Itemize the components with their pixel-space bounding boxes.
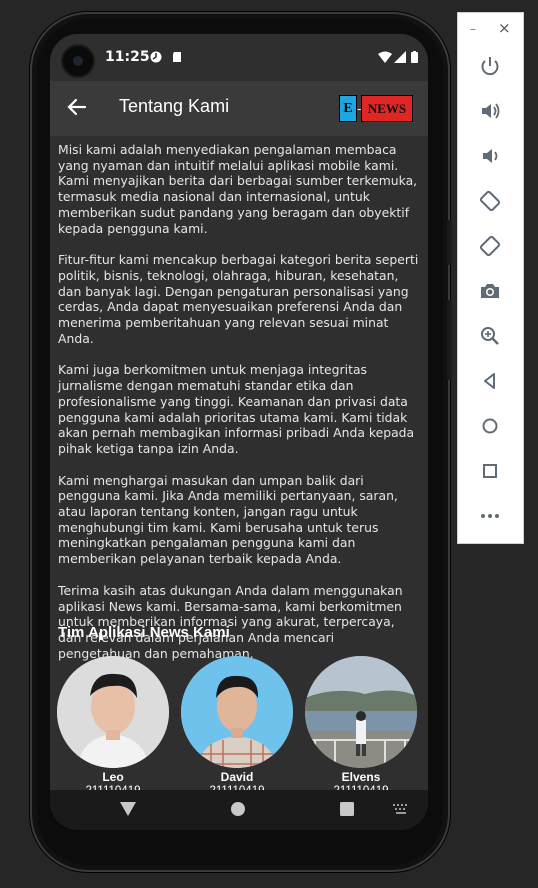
status-time: 11:25 bbox=[105, 49, 150, 65]
rotate-right-button[interactable] bbox=[474, 230, 506, 262]
paragraph-feedback: Kami menghargai masukan dan umpan balik … bbox=[58, 472, 398, 567]
logo-e-block: E bbox=[339, 95, 357, 122]
logo-news-block: NEWS bbox=[361, 95, 413, 122]
paragraph-thanks: Terima kasih atas dukungan Anda dalam me… bbox=[58, 582, 403, 661]
back-button[interactable] bbox=[474, 365, 506, 397]
data-saver-icon bbox=[150, 51, 162, 63]
paragraph-features: Fitur-fitur kami mencakup berbagai kateg… bbox=[58, 252, 419, 346]
avatar bbox=[305, 656, 417, 768]
nav-home-icon[interactable] bbox=[231, 802, 245, 816]
about-content: Misi kami adalah menyediakan pengalaman … bbox=[58, 142, 420, 677]
wifi-icon bbox=[378, 51, 392, 63]
screenshot-button[interactable] bbox=[474, 275, 506, 307]
team-member-david: David 211110419 bbox=[180, 656, 294, 797]
rotate-left-icon bbox=[479, 190, 501, 212]
more-icon bbox=[481, 514, 499, 518]
member-name: Elvens bbox=[341, 770, 381, 784]
signal-icon bbox=[394, 51, 406, 63]
avatar bbox=[181, 656, 293, 768]
nav-overview-icon[interactable] bbox=[340, 802, 354, 816]
rotate-right-icon bbox=[479, 235, 501, 257]
close-button[interactable]: × bbox=[498, 19, 511, 37]
team-member-leo: Leo 211110419 bbox=[56, 656, 170, 797]
back-arrow-icon[interactable] bbox=[64, 94, 90, 120]
volume-up-icon bbox=[482, 103, 500, 119]
overview-icon bbox=[483, 464, 497, 478]
paragraph-integrity: Kami juga berkomitmen untuk menjaga inte… bbox=[58, 362, 415, 456]
home-button[interactable] bbox=[474, 410, 506, 442]
power-button[interactable] bbox=[474, 50, 506, 82]
status-bar: 11:25 bbox=[50, 34, 428, 81]
rotate-left-button[interactable] bbox=[474, 185, 506, 217]
page-title: Tentang Kami bbox=[119, 96, 230, 116]
team-member-elvens: Elvens 211110419 bbox=[304, 656, 418, 797]
emulator-control-panel: – × bbox=[457, 12, 524, 544]
keyboard-icon[interactable] bbox=[393, 804, 409, 814]
home-icon bbox=[482, 418, 498, 434]
front-camera bbox=[63, 46, 93, 76]
paragraph-mission: Misi kami adalah menyediakan pengalaman … bbox=[58, 142, 418, 236]
e-news-logo: E - NEWS bbox=[339, 95, 417, 122]
phone-power-key[interactable] bbox=[447, 220, 452, 265]
volume-down-icon bbox=[483, 149, 498, 163]
system-nav-bar bbox=[50, 790, 428, 830]
volume-down-button[interactable] bbox=[474, 140, 506, 172]
camera-icon bbox=[481, 284, 499, 298]
team-section-title: Tim Aplikasi News Kami bbox=[58, 624, 230, 641]
power-icon bbox=[481, 57, 499, 76]
app-bar: Tentang Kami E - NEWS bbox=[50, 81, 428, 136]
member-name: David bbox=[220, 770, 254, 784]
zoom-icon bbox=[481, 327, 499, 345]
more-button[interactable] bbox=[474, 500, 506, 532]
minimize-button[interactable]: – bbox=[470, 22, 476, 36]
overview-button[interactable] bbox=[474, 455, 506, 487]
battery-icon bbox=[411, 51, 418, 63]
volume-up-button[interactable] bbox=[474, 95, 506, 127]
zoom-button[interactable] bbox=[474, 320, 506, 352]
back-icon bbox=[484, 373, 495, 389]
phone-screen: 11:25 Tentang Kami E - NEWS Misi kami ad… bbox=[50, 34, 428, 830]
nav-back-icon[interactable] bbox=[120, 802, 136, 816]
avatar bbox=[57, 656, 169, 768]
sd-card-icon bbox=[173, 52, 181, 62]
phone-volume-key[interactable] bbox=[447, 300, 452, 380]
member-name: Leo bbox=[102, 770, 124, 784]
